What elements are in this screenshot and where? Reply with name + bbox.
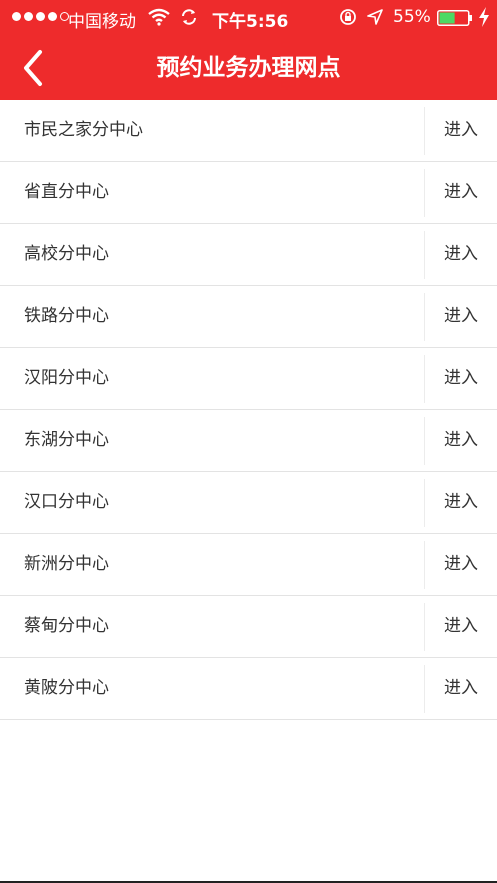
list-item[interactable]: 市民之家分中心 进入: [0, 100, 497, 162]
enter-button[interactable]: 进入: [425, 410, 497, 471]
chevron-left-icon: [24, 50, 42, 86]
list-item[interactable]: 高校分中心 进入: [0, 224, 497, 286]
list-item[interactable]: 黄陂分中心 进入: [0, 658, 497, 720]
center-list: 市民之家分中心 进入 省直分中心 进入 高校分中心 进入 铁路分中心 进入 汉阳…: [0, 100, 497, 720]
list-item[interactable]: 省直分中心 进入: [0, 162, 497, 224]
enter-button[interactable]: 进入: [425, 224, 497, 285]
center-name: 省直分中心: [24, 182, 109, 202]
rotation-lock-icon: [340, 9, 356, 25]
list-item[interactable]: 铁路分中心 进入: [0, 286, 497, 348]
page-title: 预约业务办理网点: [156, 55, 341, 81]
back-button[interactable]: [14, 46, 56, 90]
enter-button[interactable]: 进入: [425, 658, 497, 719]
header: 中国移动 下午5:56 55% 预约业务办理网点: [0, 0, 497, 100]
sync-icon: [182, 9, 196, 25]
center-name: 汉口分中心: [24, 492, 109, 512]
center-name: 新洲分中心: [24, 554, 109, 574]
signal-dots-icon: [12, 12, 69, 21]
status-bar: 中国移动 下午5:56 55%: [0, 0, 497, 36]
center-name: 市民之家分中心: [24, 120, 143, 140]
enter-button[interactable]: 进入: [425, 596, 497, 657]
carrier-label: 中国移动: [68, 12, 136, 32]
center-name: 铁路分中心: [24, 306, 109, 326]
list-item[interactable]: 汉口分中心 进入: [0, 472, 497, 534]
battery-icon: [437, 10, 472, 26]
center-name: 东湖分中心: [24, 430, 109, 450]
charging-bolt-icon: [479, 7, 489, 27]
enter-button[interactable]: 进入: [425, 162, 497, 223]
list-item[interactable]: 汉阳分中心 进入: [0, 348, 497, 410]
center-name: 黄陂分中心: [24, 678, 109, 698]
center-name: 汉阳分中心: [24, 368, 109, 388]
wifi-icon: [148, 8, 170, 26]
location-arrow-icon: [367, 9, 383, 25]
enter-button[interactable]: 进入: [425, 100, 497, 161]
list-item[interactable]: 东湖分中心 进入: [0, 410, 497, 472]
status-time: 下午5:56: [212, 12, 289, 32]
enter-button[interactable]: 进入: [425, 472, 497, 533]
center-name: 高校分中心: [24, 244, 109, 264]
enter-button[interactable]: 进入: [425, 348, 497, 409]
list-item[interactable]: 新洲分中心 进入: [0, 534, 497, 596]
list-item[interactable]: 蔡甸分中心 进入: [0, 596, 497, 658]
center-name: 蔡甸分中心: [24, 616, 109, 636]
enter-button[interactable]: 进入: [425, 286, 497, 347]
enter-button[interactable]: 进入: [425, 534, 497, 595]
navigation-bar: 预约业务办理网点: [0, 36, 497, 100]
battery-percent: 55%: [393, 7, 431, 27]
